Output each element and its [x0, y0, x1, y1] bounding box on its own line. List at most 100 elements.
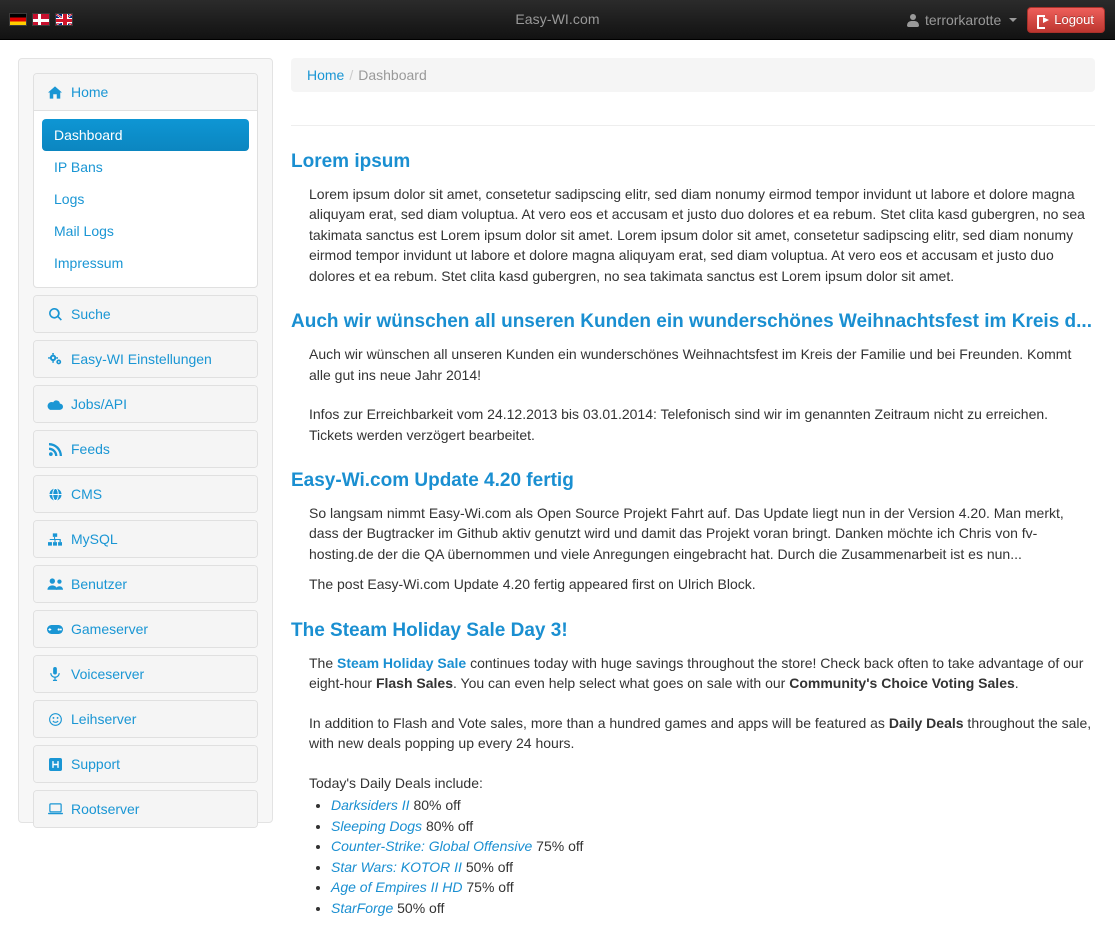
- sidebar-item-benutzer[interactable]: Benutzer: [34, 566, 257, 602]
- sidebar-panel-leihserver: Leihserver: [33, 700, 258, 738]
- sidebar-item-dashboard[interactable]: Dashboard: [42, 119, 249, 151]
- deal-discount: 75% off: [536, 838, 584, 854]
- deal-game-link[interactable]: Sleeping Dogs: [331, 818, 422, 834]
- list-item: Age of Empires II HD 75% off: [331, 877, 1095, 898]
- sidebar-item-mail-logs[interactable]: Mail Logs: [42, 215, 249, 247]
- steam-holiday-sale-link[interactable]: Steam Holiday Sale: [337, 655, 466, 671]
- h-square-icon: [47, 757, 63, 771]
- deal-game-link[interactable]: Star Wars: KOTOR II: [331, 859, 462, 875]
- navbar-right: terrorkarotte Logout: [906, 0, 1105, 40]
- sidebar-label-benutzer: Benutzer: [71, 576, 128, 592]
- post-paragraph: Lorem ipsum dolor sit amet, consetetur s…: [309, 185, 1085, 284]
- main-content: Home / Dashboard Lorem ipsum Lorem ipsum d…: [273, 58, 1095, 918]
- sidebar-item-impressum[interactable]: Impressum: [42, 247, 249, 279]
- deal-discount: 50% off: [397, 899, 445, 916]
- post-lorem-ipsum: Lorem ipsum Lorem ipsum dolor sit amet, …: [291, 150, 1095, 286]
- home-icon: [47, 85, 63, 99]
- sidebar-item-gameserver[interactable]: Gameserver: [34, 611, 257, 647]
- text-fragment: The: [309, 654, 338, 671]
- sidebar-item-feeds[interactable]: Feeds: [34, 431, 257, 467]
- user-menu-dropdown[interactable]: terrorkarotte: [906, 12, 1018, 28]
- sidebar-label-mysql: MySQL: [71, 531, 118, 547]
- sidebar-label-leihserver: Leihserver: [71, 711, 137, 727]
- sidebar-panel-mysql: MySQL: [33, 520, 258, 558]
- deal-discount: 75% off: [466, 879, 514, 895]
- post-easy-wi-update: Easy-Wi.com Update 4.20 fertig So langsa…: [291, 469, 1095, 595]
- post-steam-holiday-sale: The Steam Holiday Sale Day 3! The Steam …: [291, 619, 1095, 918]
- username-label: terrorkarotte: [924, 12, 1002, 28]
- list-item: Sleeping Dogs 80% off: [331, 816, 1095, 837]
- daily-deals-list: Darksiders II 80% off Sleeping Dogs 80% …: [309, 795, 1095, 918]
- sidebar-panel-label-home: Home: [71, 84, 109, 100]
- list-item: StarForge 50% off: [331, 898, 1095, 919]
- post-title[interactable]: Lorem ipsum: [291, 150, 1095, 174]
- sitemap-icon: [47, 532, 63, 546]
- deal-game-link[interactable]: Counter-Strike: Global Offensive: [331, 838, 532, 854]
- sidebar-panel-home: Home Dashboard IP Bans Logs Mail Logs Im…: [33, 73, 258, 288]
- laptop-icon: [47, 803, 63, 815]
- sidebar-item-voiceserver[interactable]: Voiceserver: [34, 656, 257, 692]
- post-title[interactable]: Easy-Wi.com Update 4.20 fertig: [291, 469, 1095, 493]
- sidebar-panel-gameserver: Gameserver: [33, 610, 258, 648]
- sidebar-home-items: Dashboard IP Bans Logs Mail Logs Impress…: [34, 111, 257, 287]
- sidebar-item-logs[interactable]: Logs: [42, 183, 249, 215]
- sidebar-item-support[interactable]: Support: [34, 746, 257, 782]
- deal-game-link[interactable]: StarForge: [331, 900, 393, 916]
- sidebar-item-rootserver[interactable]: Rootserver: [34, 791, 257, 827]
- smile-icon: [47, 712, 63, 726]
- text-fragment: . You can even help select what goes on …: [452, 675, 790, 691]
- sidebar-item-einstellungen[interactable]: Easy-WI Einstellungen: [34, 341, 257, 377]
- sidebar-panel-benutzer: Benutzer: [33, 565, 258, 603]
- sidebar-panel-suche: Suche: [33, 295, 258, 333]
- post-paragraph: In addition to Flash and Vote sales, mor…: [309, 713, 1095, 754]
- sidebar-item-jobs-api[interactable]: Jobs/API: [34, 386, 257, 422]
- deal-game-link[interactable]: Age of Empires II HD: [331, 879, 463, 895]
- logout-button[interactable]: Logout: [1027, 7, 1105, 33]
- deal-game-link[interactable]: Darksiders II: [331, 797, 410, 813]
- sidebar-panel-einstellungen: Easy-WI Einstellungen: [33, 340, 258, 378]
- microphone-icon: [47, 667, 63, 681]
- post-body: Lorem ipsum dolor sit amet, consetetur s…: [291, 184, 1095, 287]
- sidebar-label-voiceserver: Voiceserver: [71, 666, 145, 682]
- post-body: Auch wir wünschen all unseren Kunden ein…: [291, 344, 1095, 445]
- text-fragment: .: [1014, 675, 1019, 691]
- page-wrapper: Home Dashboard IP Bans Logs Mail Logs Im…: [0, 40, 1115, 918]
- post-paragraph: Auch wir wünschen all unseren Kunden ein…: [309, 346, 1072, 383]
- breadcrumb-home[interactable]: Home: [307, 67, 344, 83]
- daily-deals-bold: Daily Deals: [888, 714, 964, 731]
- post-paragraph: The post Easy-Wi.com Update 4.20 fertig …: [309, 576, 756, 593]
- list-item: Darksiders II 80% off: [331, 795, 1095, 816]
- sidebar-panel-voiceserver: Voiceserver: [33, 655, 258, 693]
- sidebar-item-suche[interactable]: Suche: [34, 296, 257, 332]
- cloud-icon: [47, 399, 63, 410]
- globe-icon: [47, 487, 63, 501]
- breadcrumb-separator: /: [349, 67, 354, 83]
- sidebar: Home Dashboard IP Bans Logs Mail Logs Im…: [18, 58, 273, 828]
- post-title[interactable]: Auch wir wünschen all unseren Kunden ein…: [291, 310, 1095, 334]
- rss-icon: [47, 442, 63, 456]
- post-title[interactable]: The Steam Holiday Sale Day 3!: [291, 619, 1095, 643]
- post-weihnachten: Auch wir wünschen all unseren Kunden ein…: [291, 310, 1095, 445]
- sidebar-label-cms: CMS: [71, 486, 103, 502]
- sidebar-label-gameserver: Gameserver: [71, 621, 149, 637]
- sidebar-item-cms[interactable]: CMS: [34, 476, 257, 512]
- daily-deals-intro: Today's Daily Deals include:: [309, 774, 483, 791]
- post-paragraph: So langsam nimmt Easy-Wi.com als Open So…: [309, 504, 1064, 562]
- sidebar-item-mysql[interactable]: MySQL: [34, 521, 257, 557]
- deal-discount: 80% off: [425, 817, 474, 834]
- search-icon: [47, 307, 63, 321]
- sidebar-panel-header-home[interactable]: Home: [34, 74, 257, 111]
- sidebar-item-ip-bans[interactable]: IP Bans: [42, 151, 249, 183]
- sidebar-panel-feeds: Feeds: [33, 430, 258, 468]
- list-item: Counter-Strike: Global Offensive 75% off: [331, 836, 1095, 857]
- post-body: So langsam nimmt Easy-Wi.com als Open So…: [291, 503, 1095, 595]
- gamepad-icon: [47, 624, 63, 634]
- text-fragment: In addition to Flash and Vote sales, mor…: [309, 714, 889, 731]
- sidebar-label-feeds: Feeds: [71, 441, 110, 457]
- sidebar-label-support: Support: [71, 756, 121, 772]
- chevron-down-icon: [1009, 18, 1018, 22]
- list-item: Star Wars: KOTOR II 50% off: [331, 857, 1095, 878]
- sidebar-item-leihserver[interactable]: Leihserver: [34, 701, 257, 737]
- logout-label: Logout: [1054, 12, 1094, 27]
- deal-discount: 80% off: [413, 797, 461, 813]
